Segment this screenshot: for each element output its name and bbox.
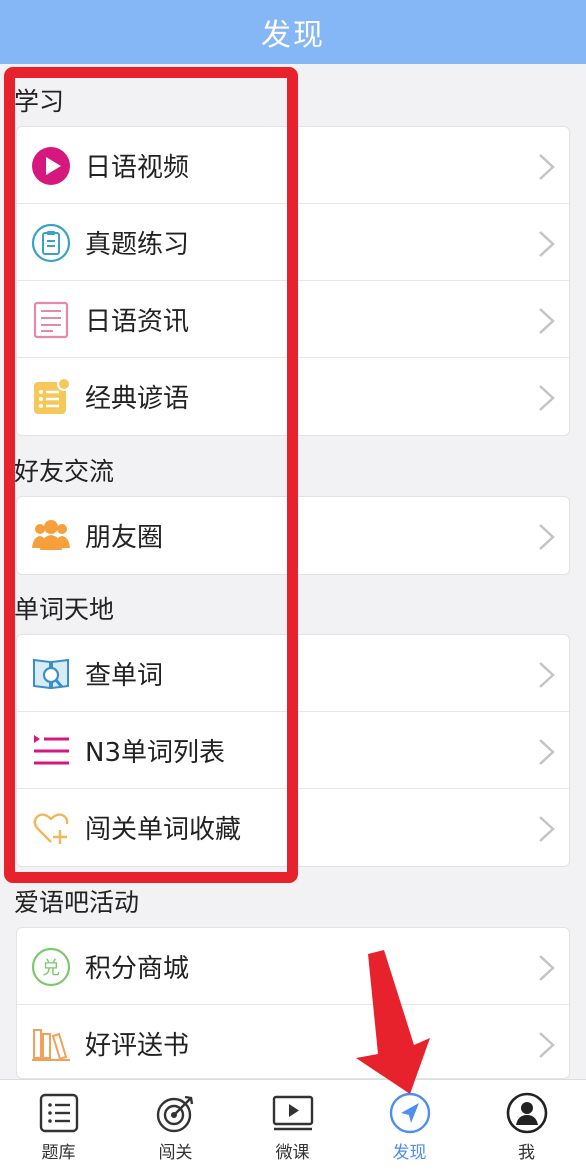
list-item-label: 积分商城 bbox=[85, 953, 190, 984]
tab-question-bank[interactable]: 题库 bbox=[0, 1080, 117, 1171]
chevron-right-icon bbox=[539, 154, 555, 180]
chevron-right-icon bbox=[539, 308, 555, 334]
heart-plus-icon bbox=[33, 813, 69, 844]
list-item-lookup-word[interactable]: 查单词 bbox=[17, 635, 569, 712]
list-item-label: 经典谚语 bbox=[85, 384, 190, 414]
list-item-label: 朋友圈 bbox=[85, 523, 164, 553]
friends-group-icon bbox=[32, 520, 70, 550]
books-icon bbox=[32, 1029, 70, 1061]
section-title-activities: 爱语吧活动 bbox=[14, 888, 140, 917]
chevron-right-icon bbox=[539, 662, 555, 688]
tab-label: 我 bbox=[518, 1143, 535, 1163]
compass-navigation-icon bbox=[389, 1092, 431, 1134]
section-title-words: 单词天地 bbox=[14, 595, 115, 624]
list-item-points-mall[interactable]: 兑 积分商城 bbox=[17, 928, 569, 1005]
tab-label: 闯关 bbox=[158, 1143, 193, 1163]
video-lesson-icon bbox=[272, 1095, 314, 1131]
list-icon bbox=[34, 735, 69, 765]
question-bank-icon bbox=[39, 1093, 79, 1133]
activities-card: 兑 积分商城 好评送书 bbox=[16, 927, 570, 1079]
list-item-proverbs[interactable]: 经典谚语 bbox=[17, 358, 569, 435]
words-card: 查单词 N3单词列表 闯关单词收藏 bbox=[16, 634, 570, 867]
list-item-past-exam[interactable]: 真题练习 bbox=[17, 204, 569, 281]
page-title: 发现 bbox=[261, 18, 325, 53]
tab-label: 微课 bbox=[275, 1143, 310, 1163]
list-item-review-gift-book[interactable]: 好评送书 bbox=[17, 1005, 569, 1078]
list-item-label: 好评送书 bbox=[85, 1031, 190, 1061]
list-item-label: 日语资讯 bbox=[85, 306, 190, 337]
notes-list-icon bbox=[34, 377, 71, 414]
chevron-right-icon bbox=[539, 739, 555, 765]
tab-me[interactable]: 我 bbox=[468, 1080, 585, 1171]
tab-challenge[interactable]: 闯关 bbox=[117, 1080, 234, 1171]
tab-micro-lesson[interactable]: 微课 bbox=[234, 1080, 351, 1171]
list-item-label: 日语视频 bbox=[85, 152, 190, 183]
svg-text:兑: 兑 bbox=[42, 958, 60, 979]
exam-clipboard-icon bbox=[31, 223, 71, 263]
play-video-icon bbox=[32, 147, 70, 185]
tab-label: 题库 bbox=[41, 1143, 76, 1163]
section-title-study: 学习 bbox=[14, 87, 65, 116]
section-title-friends: 好友交流 bbox=[14, 457, 115, 486]
list-item-japanese-video[interactable]: 日语视频 bbox=[17, 127, 569, 204]
list-item-label: 真题练习 bbox=[85, 229, 190, 260]
list-item-n3-word-list[interactable]: N3单词列表 bbox=[17, 712, 569, 789]
user-profile-icon bbox=[506, 1092, 548, 1134]
target-icon bbox=[156, 1095, 194, 1133]
list-item-label: 闯关单词收藏 bbox=[85, 815, 242, 845]
tab-discover[interactable]: 发现 bbox=[351, 1080, 468, 1171]
list-item-label: 查单词 bbox=[85, 660, 164, 691]
study-card: 日语视频 真题练习 日语资讯 经典谚语 bbox=[16, 126, 570, 436]
chevron-right-icon bbox=[539, 1032, 555, 1058]
friends-card: 朋友圈 bbox=[16, 496, 570, 575]
exchange-badge-icon: 兑 bbox=[31, 947, 71, 987]
chevron-right-icon bbox=[539, 524, 555, 550]
bottom-tab-bar: 题库 闯关 微课 发现 我 bbox=[0, 1079, 586, 1171]
chevron-right-icon bbox=[539, 231, 555, 257]
chevron-right-icon bbox=[539, 816, 555, 842]
list-item-moments[interactable]: 朋友圈 bbox=[17, 497, 569, 574]
chevron-right-icon bbox=[539, 955, 555, 981]
tab-label: 发现 bbox=[392, 1143, 427, 1163]
book-search-icon bbox=[33, 658, 69, 690]
top-bar: 发现 bbox=[0, 0, 586, 64]
chevron-right-icon bbox=[539, 385, 555, 411]
list-item-japanese-news[interactable]: 日语资讯 bbox=[17, 281, 569, 358]
news-document-icon bbox=[33, 301, 69, 339]
list-item-label: N3单词列表 bbox=[85, 737, 225, 768]
list-item-favorite-words[interactable]: 闯关单词收藏 bbox=[17, 789, 569, 866]
